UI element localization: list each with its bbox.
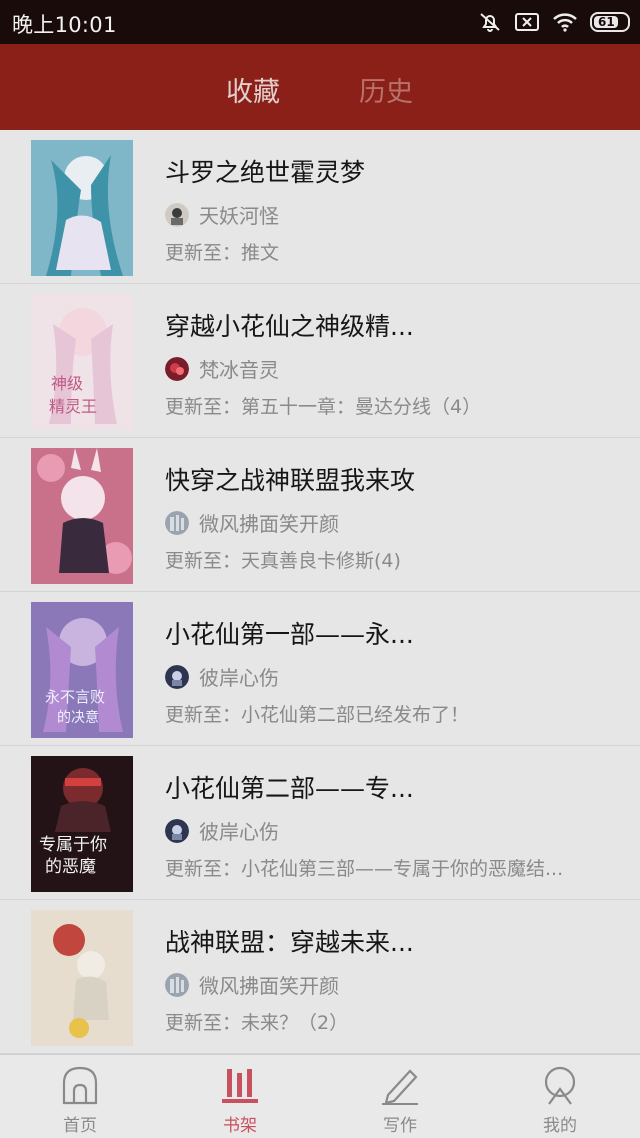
- author-name: 彼岸心伤: [199, 820, 279, 844]
- svg-text:永不言败: 永不言败: [45, 688, 105, 706]
- nav-label: 我的: [543, 1116, 577, 1136]
- battery-icon: 61: [590, 12, 630, 32]
- nav-write[interactable]: 写作: [320, 1055, 480, 1138]
- book-cover[interactable]: [31, 140, 133, 276]
- author-row: 梵冰音灵: [165, 354, 279, 383]
- no-sim-icon: [514, 11, 540, 33]
- book-item[interactable]: 快穿之战神联盟我来攻 微风拂面笑开颜 更新至：天真善良卡修斯(4): [0, 438, 640, 592]
- status-time: 晚上10:01: [12, 13, 117, 37]
- pen-icon: [382, 1069, 418, 1105]
- update-status: 更新至：天真善良卡修斯(4): [165, 550, 401, 572]
- nav-label: 书架: [223, 1116, 257, 1136]
- author-row: 微风拂面笑开颜: [165, 970, 339, 999]
- nav-profile[interactable]: 我的: [480, 1055, 640, 1138]
- book-title: 战神联盟：穿越未来...: [165, 928, 414, 957]
- update-status: 更新至：推文: [165, 242, 280, 264]
- svg-text:精灵王: 精灵王: [49, 397, 97, 416]
- bookshelf-list: 斗罗之绝世霍灵梦 天妖河怪 更新至：推文 神级 精灵王 穿越小花仙之神级精...…: [0, 130, 640, 1054]
- author-name: 梵冰音灵: [199, 358, 279, 382]
- svg-text:专属于你: 专属于你: [39, 835, 107, 855]
- nav-home[interactable]: 首页: [0, 1055, 160, 1138]
- book-cover[interactable]: [31, 910, 133, 1046]
- bookshelf-icon: [222, 1069, 258, 1103]
- nav-bookshelf[interactable]: 书架: [160, 1055, 320, 1138]
- book-item[interactable]: 永不言败 的决意 小花仙第一部——永... 彼岸心伤 更新至：小花仙第二部已经发…: [0, 592, 640, 746]
- book-title: 快穿之战神联盟我来攻: [165, 466, 416, 495]
- nav-label: 写作: [383, 1116, 417, 1136]
- mute-bell-icon: [478, 10, 502, 34]
- author-avatar: [165, 818, 189, 843]
- bottom-nav: 首页 书架 写作 我的: [0, 1054, 640, 1138]
- status-icons: 61: [478, 10, 630, 34]
- author-row: 彼岸心伤: [165, 816, 279, 845]
- book-title: 小花仙第一部——永...: [165, 620, 414, 649]
- book-cover[interactable]: 神级 精灵王: [31, 294, 133, 430]
- book-cover[interactable]: [31, 448, 133, 584]
- author-name: 彼岸心伤: [199, 666, 279, 690]
- book-item[interactable]: 专属于你 的恶魔 小花仙第二部——专... 彼岸心伤 更新至：小花仙第三部——专…: [0, 746, 640, 900]
- author-avatar: [165, 664, 189, 689]
- battery-level: 61: [598, 15, 615, 29]
- update-status: 更新至：第五十一章：曼达分线（4）: [165, 396, 482, 418]
- tab-history[interactable]: 历史: [359, 70, 413, 109]
- update-status: 更新至：未来？（2）: [165, 1012, 349, 1034]
- author-name: 微风拂面笑开颜: [199, 512, 339, 536]
- nav-label: 首页: [63, 1116, 97, 1136]
- author-row: 彼岸心伤: [165, 662, 279, 691]
- svg-text:神级: 神级: [51, 374, 83, 393]
- author-avatar: [165, 972, 189, 997]
- book-item[interactable]: 神级 精灵王 穿越小花仙之神级精... 梵冰音灵 更新至：第五十一章：曼达分线（…: [0, 284, 640, 438]
- header-tabs: 收藏 历史: [0, 44, 640, 130]
- book-cover[interactable]: 专属于你 的恶魔: [31, 756, 133, 892]
- svg-text:的决意: 的决意: [57, 709, 99, 726]
- svg-text:的恶魔: 的恶魔: [45, 857, 96, 877]
- wifi-icon: [552, 11, 578, 33]
- book-title: 斗罗之绝世霍灵梦: [165, 158, 366, 187]
- profile-icon: [544, 1066, 576, 1105]
- author-name: 微风拂面笑开颜: [199, 974, 339, 998]
- author-avatar: [165, 510, 189, 535]
- book-cover[interactable]: 永不言败 的决意: [31, 602, 133, 738]
- author-row: 天妖河怪: [165, 200, 279, 229]
- update-status: 更新至：小花仙第二部已经发布了！: [165, 704, 470, 726]
- update-status: 更新至：小花仙第三部——专属于你的恶魔结...: [165, 858, 564, 880]
- book-item[interactable]: 斗罗之绝世霍灵梦 天妖河怪 更新至：推文: [0, 130, 640, 284]
- author-name: 天妖河怪: [199, 204, 279, 228]
- author-row: 微风拂面笑开颜: [165, 508, 339, 537]
- author-avatar: [165, 356, 189, 381]
- book-item[interactable]: 战神联盟：穿越未来... 微风拂面笑开颜 更新至：未来？（2）: [0, 900, 640, 1054]
- book-title: 穿越小花仙之神级精...: [165, 312, 414, 341]
- home-icon: [62, 1066, 98, 1105]
- author-avatar: [165, 202, 189, 227]
- tab-favorites[interactable]: 收藏: [226, 70, 280, 109]
- book-title: 小花仙第二部——专...: [165, 774, 414, 803]
- status-bar: 晚上10:01 61: [0, 0, 640, 44]
